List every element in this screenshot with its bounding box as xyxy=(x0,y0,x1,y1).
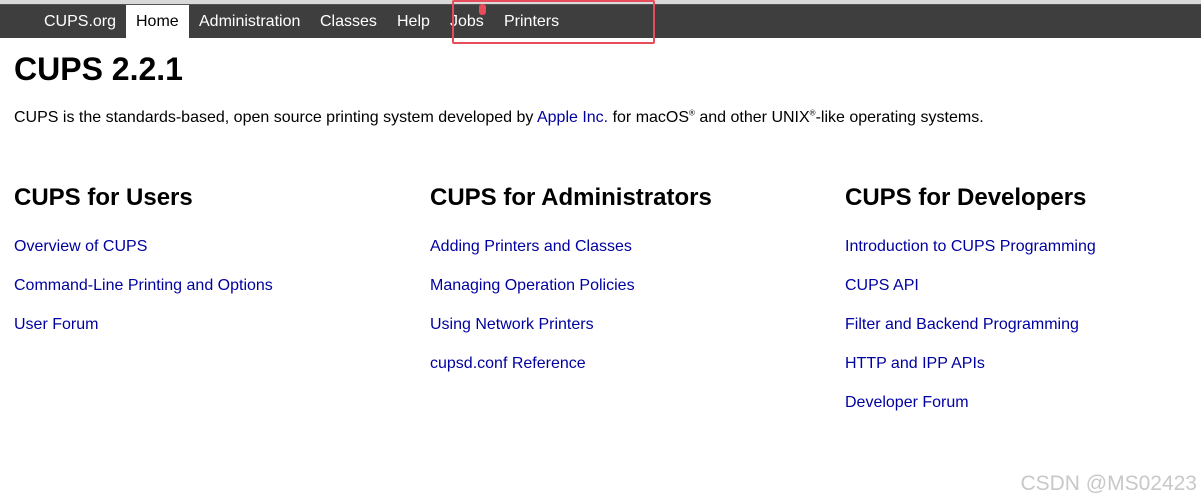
intro-text-suffix: -like operating systems. xyxy=(815,109,984,126)
administrators-link-list: Adding Printers and Classes Managing Ope… xyxy=(430,237,635,393)
developers-column: CUPS for Developers Introduction to CUPS… xyxy=(845,182,1195,411)
developers-heading: CUPS for Developers xyxy=(845,184,1087,211)
developers-link-list: Introduction to CUPS Programming CUPS AP… xyxy=(845,237,1096,432)
http-ipp-apis-link[interactable]: HTTP and IPP APIs xyxy=(845,355,985,372)
page-title: CUPS 2.2.1 xyxy=(14,51,183,87)
adding-printers-link[interactable]: Adding Printers and Classes xyxy=(430,238,632,255)
cupsd-conf-reference-link[interactable]: cupsd.conf Reference xyxy=(430,355,586,372)
nav-cups-org-link[interactable]: CUPS.org xyxy=(44,5,116,38)
intro-paragraph: CUPS is the standards-based, open source… xyxy=(14,108,984,128)
nav-classes-tab[interactable]: Classes xyxy=(320,5,377,38)
user-forum-link[interactable]: User Forum xyxy=(14,316,98,333)
intro-text-mid1: for macOS xyxy=(608,109,690,126)
watermark: CSDN @MS02423 xyxy=(1020,472,1197,495)
network-printers-link[interactable]: Using Network Printers xyxy=(430,316,594,333)
cursor-marker xyxy=(479,4,486,15)
nav-home-tab[interactable]: Home xyxy=(126,5,189,38)
users-column: CUPS for Users Overview of CUPS Command-… xyxy=(14,182,414,333)
administrators-column: CUPS for Administrators Adding Printers … xyxy=(430,182,830,372)
intro-text-prefix: CUPS is the standards-based, open source… xyxy=(14,109,537,126)
administrators-heading: CUPS for Administrators xyxy=(430,184,712,211)
filter-backend-link[interactable]: Filter and Backend Programming xyxy=(845,316,1079,333)
nav-administration-tab[interactable]: Administration xyxy=(199,5,300,38)
apple-inc-link[interactable]: Apple Inc. xyxy=(537,109,608,126)
cups-api-link[interactable]: CUPS API xyxy=(845,277,919,294)
overview-of-cups-link[interactable]: Overview of CUPS xyxy=(14,238,147,255)
intro-text-mid2: and other UNIX xyxy=(694,109,810,126)
users-heading: CUPS for Users xyxy=(14,184,193,211)
developer-forum-link[interactable]: Developer Forum xyxy=(845,394,969,411)
cups-programming-link[interactable]: Introduction to CUPS Programming xyxy=(845,238,1096,255)
users-link-list: Overview of CUPS Command-Line Printing a… xyxy=(14,237,273,354)
operation-policies-link[interactable]: Managing Operation Policies xyxy=(430,277,635,294)
command-line-printing-link[interactable]: Command-Line Printing and Options xyxy=(14,277,273,294)
nav-help-tab[interactable]: Help xyxy=(397,5,430,38)
